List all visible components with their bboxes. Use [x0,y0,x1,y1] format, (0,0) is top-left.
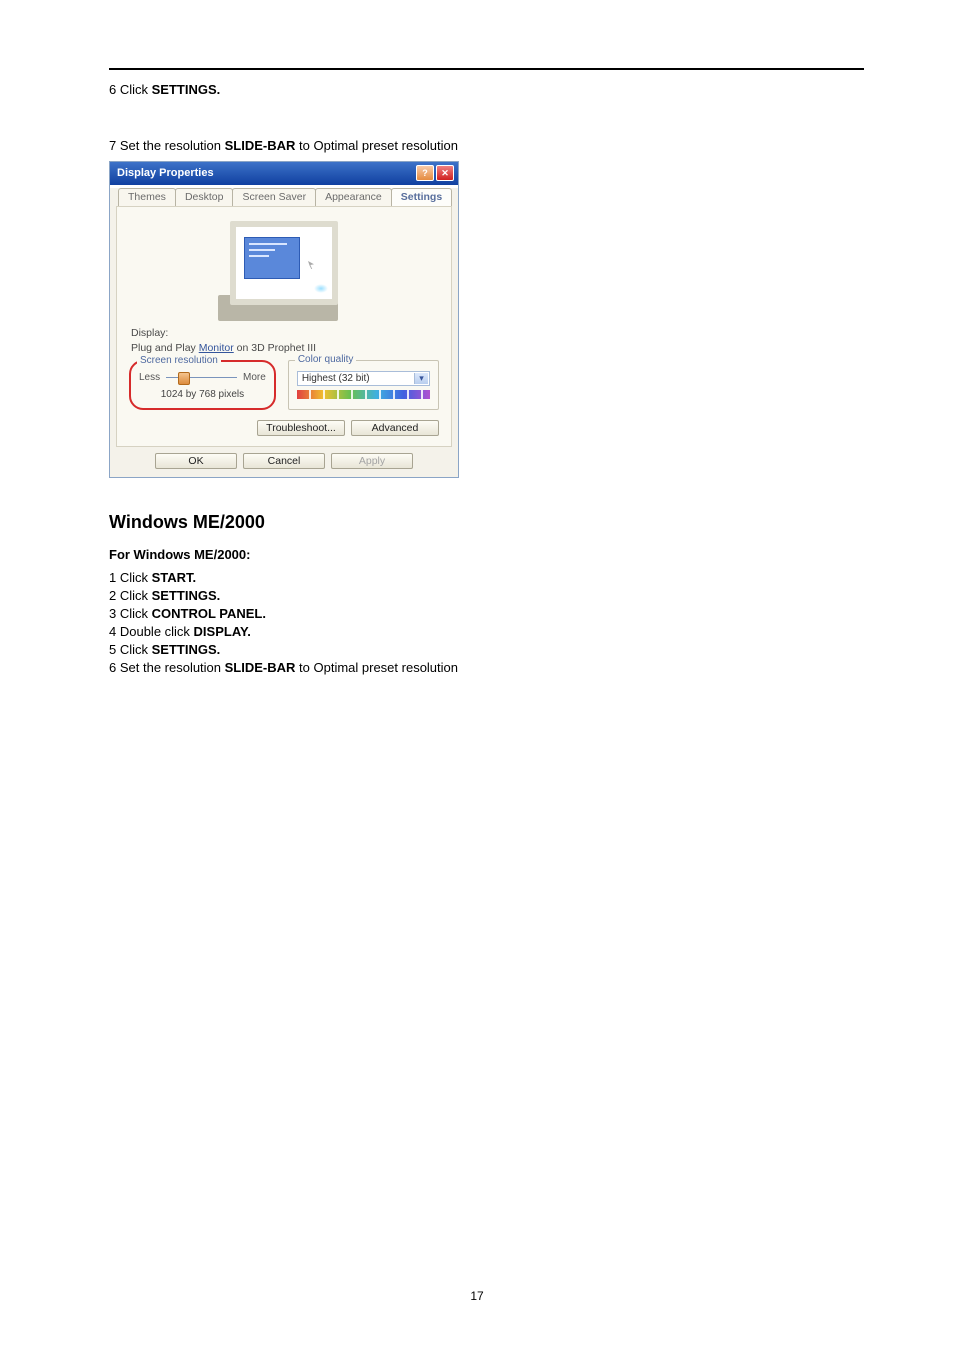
inner-button-row: Troubleshoot... Advanced [129,420,439,436]
tab-settings[interactable]: Settings [391,188,452,206]
resolution-value: 1024 by 768 pixels [139,389,266,400]
chevron-down-icon: ▾ [414,373,428,384]
horizontal-rule [109,68,864,70]
step-7-pre: Set the resolution [116,138,224,153]
dialog-title: Display Properties [117,167,214,179]
step-6-bold: SETTINGS. [152,82,221,97]
close-button[interactable]: ✕ [436,165,454,181]
page: 6 Click SETTINGS. 7 Set the resolution S… [0,0,954,1351]
me-step-5: 5 Click SETTINGS. [109,642,864,657]
display-value-post: on 3D Prophet III [234,342,316,354]
preview-cursor-icon [308,261,314,269]
ok-button[interactable]: OK [155,453,237,469]
display-value: Plug and Play Monitor on 3D Prophet III [131,342,437,354]
color-preview-bar [297,390,430,399]
preview-flare [314,284,328,293]
dialog-body: Themes Desktop Screen Saver Appearance S… [110,188,458,477]
tab-screen-saver[interactable]: Screen Saver [232,188,316,206]
color-quality-group: Color quality Highest (32 bit) ▾ [288,360,439,410]
screen-resolution-legend: Screen resolution [137,355,221,366]
apply-button[interactable]: Apply [331,453,413,469]
tab-appearance[interactable]: Appearance [315,188,392,206]
monitor-preview-area [129,221,439,321]
cancel-button[interactable]: Cancel [243,453,325,469]
steps-list: 1 Click START. 2 Click SETTINGS. 3 Click… [109,570,864,675]
tab-strip: Themes Desktop Screen Saver Appearance S… [118,188,452,206]
step-6: 6 Click SETTINGS. [109,80,864,100]
settings-tabpanel: Display: Plug and Play Monitor on 3D Pro… [116,206,452,447]
display-value-link[interactable]: Monitor [199,342,234,354]
slider-thumb[interactable] [178,372,190,385]
color-quality-legend: Color quality [295,354,357,365]
settings-row: Screen resolution Less More 1024 by 768 … [129,360,439,410]
display-value-pre: Plug and Play [131,342,199,354]
display-label: Display: [131,327,437,339]
tab-themes[interactable]: Themes [118,188,176,206]
dialog-titlebar: Display Properties ? ✕ [110,162,458,185]
titlebar-buttons: ? ✕ [416,165,454,181]
slider-more: More [243,372,266,383]
spacer [109,106,864,130]
step-6-pre: Click [116,82,151,97]
advanced-button[interactable]: Advanced [351,420,439,436]
section-subheading: For Windows ME/2000: [109,547,864,562]
troubleshoot-button[interactable]: Troubleshoot... [257,420,345,436]
me-step-4: 4 Double click DISPLAY. [109,624,864,639]
dialog-button-row: OK Cancel Apply [116,453,452,469]
page-number: 17 [0,1289,954,1303]
step-7-post: to Optimal preset resolution [295,138,458,153]
me-step-3: 3 Click CONTROL PANEL. [109,606,864,621]
color-quality-value: Highest (32 bit) [302,373,370,384]
display-properties-dialog: Display Properties ? ✕ Themes Desktop Sc… [109,161,459,478]
me-step-6: 6 Set the resolution SLIDE-BAR to Optima… [109,660,864,675]
screen-resolution-group: Screen resolution Less More 1024 by 768 … [129,360,276,410]
step-7-bold: SLIDE-BAR [225,138,296,153]
help-button[interactable]: ? [416,165,434,181]
resolution-slider[interactable]: Less More [139,372,266,383]
color-quality-select[interactable]: Highest (32 bit) ▾ [297,371,430,386]
slider-track[interactable] [166,377,237,379]
tab-desktop[interactable]: Desktop [175,188,234,206]
slider-less: Less [139,372,160,383]
section-heading: Windows ME/2000 [109,512,864,533]
step-7: 7 Set the resolution SLIDE-BAR to Optima… [109,136,864,156]
me-step-2: 2 Click SETTINGS. [109,588,864,603]
monitor-preview [214,221,354,321]
monitor-screen [230,221,338,305]
preview-window [244,237,300,279]
me-step-1: 1 Click START. [109,570,864,585]
